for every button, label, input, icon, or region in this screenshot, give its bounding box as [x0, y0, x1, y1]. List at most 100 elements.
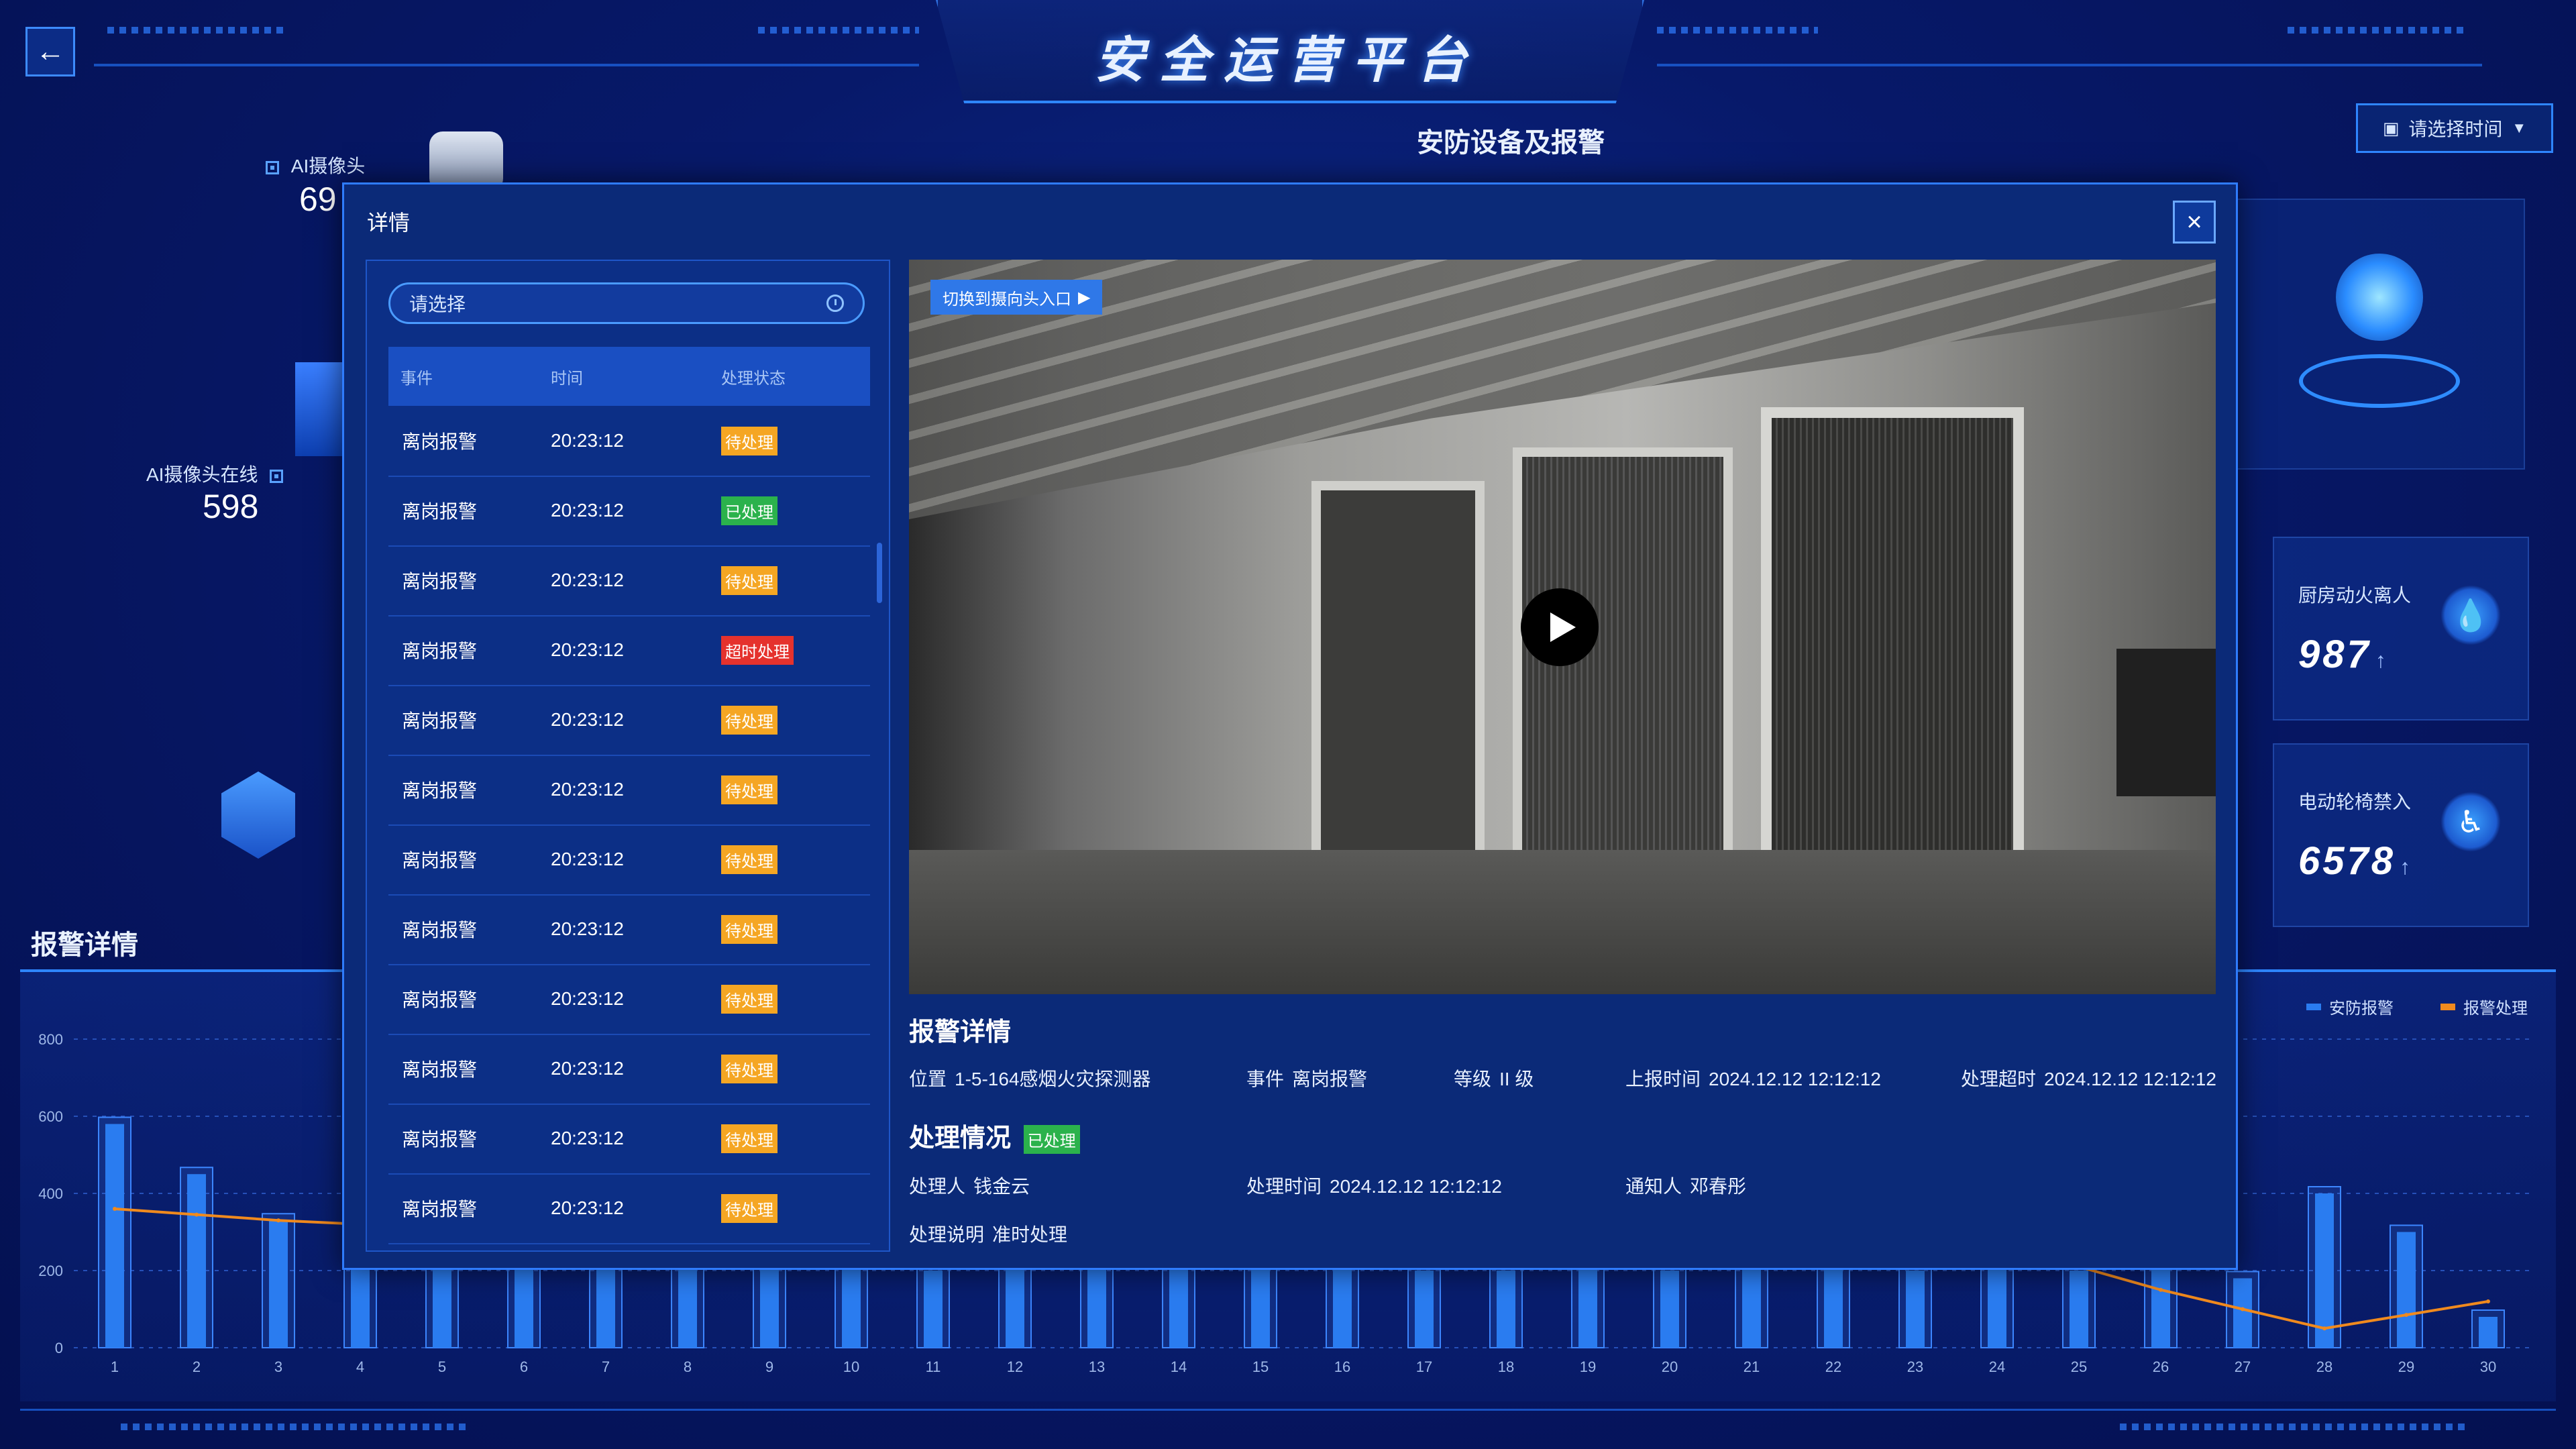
up-arrow-icon: ↑: [2375, 648, 2389, 672]
table-row[interactable]: 离岗报警 20:23:12 待处理: [388, 1104, 870, 1175]
line-point: [2159, 1287, 2163, 1292]
row-event: 离岗报警: [402, 780, 478, 801]
table-row[interactable]: 离岗报警 20:23:12 待处理: [388, 1034, 870, 1105]
notify-label: 通知人: [1625, 1176, 1682, 1197]
table-row[interactable]: 离岗报警 20:23:12 待处理: [388, 1173, 870, 1244]
bar: [1742, 1267, 1761, 1348]
wheelchair-value: 6578 ↑: [2298, 839, 2413, 883]
video-floor: [909, 850, 2216, 994]
handle-time-value: 2024.12.12 12:12:12: [1330, 1176, 1502, 1197]
row-event: 离岗报警: [402, 431, 478, 452]
row-time: 20:23:12: [551, 500, 624, 521]
y-tick-label: 200: [38, 1263, 63, 1279]
bar: [1660, 1271, 1679, 1348]
back-arrow-icon: ←: [36, 35, 65, 68]
bar: [2479, 1317, 2498, 1348]
time-picker-button[interactable]: ▣ 请选择时间 ▼: [2356, 103, 2553, 153]
wheelchair-card: 电动轮椅禁入 6578 ↑ ♿: [2273, 743, 2529, 927]
x-tick-label: 17: [1416, 1358, 1432, 1375]
handle-heading: 处理情况 已处理: [909, 1117, 1080, 1155]
status-badge: 待处理: [721, 775, 777, 804]
header-deco-dash: [758, 27, 919, 34]
table-row[interactable]: 离岗报警 20:23:12 待处理: [388, 685, 870, 756]
notify-value: 邓春彤: [1690, 1176, 1747, 1197]
row-status: 待处理: [721, 1193, 777, 1223]
location-value: 1-5-164感烟火灾探测器: [955, 1069, 1151, 1089]
ai-online-label: AI摄像头在线: [146, 464, 258, 485]
handle-time-label: 处理时间: [1246, 1176, 1322, 1197]
close-button[interactable]: ×: [2173, 201, 2216, 244]
line-point: [2486, 1299, 2490, 1303]
row-event: 离岗报警: [402, 501, 478, 522]
play-small-icon: ▶: [1078, 288, 1091, 307]
ai-camera-label-row: AI摄像头: [266, 152, 365, 178]
row-status: 待处理: [721, 426, 777, 455]
table-header: 事件 时间 处理状态: [388, 347, 870, 406]
row-time: 20:23:12: [551, 1058, 624, 1079]
kitchen-fire-value: 987 ↑: [2298, 632, 2389, 677]
header-event: 事件: [400, 369, 433, 388]
select-input[interactable]: 请选择: [388, 282, 865, 324]
handler-label: 处理人: [909, 1176, 966, 1197]
handle-status-badge: 已处理: [1023, 1125, 1080, 1155]
status-badge: 待处理: [721, 426, 777, 455]
scrollbar-thumb[interactable]: [877, 543, 882, 603]
table-row[interactable]: 离岗报警 20:23:12 超时处理: [388, 615, 870, 686]
select-placeholder: 请选择: [409, 294, 466, 315]
status-badge: 超时处理: [721, 635, 794, 665]
ai-camera-value: 69: [299, 180, 337, 218]
ai-online-value: 598: [203, 488, 259, 525]
x-tick-label: 6: [520, 1358, 528, 1375]
y-tick-label: 0: [55, 1340, 63, 1356]
x-tick-label: 3: [274, 1358, 282, 1375]
row-status: 待处理: [721, 1054, 777, 1083]
table-row[interactable]: 离岗报警 20:23:12 待处理: [388, 964, 870, 1035]
header-status: 处理状态: [721, 369, 786, 388]
device-illustration-panel: [2234, 199, 2525, 470]
bar: [2151, 1263, 2170, 1348]
footer-deco-dash: [121, 1424, 470, 1430]
table-row[interactable]: 离岗报警 20:23:12 待处理: [388, 824, 870, 896]
camera-video[interactable]: 切换到摄向头入口 ▶: [909, 260, 2216, 994]
y-tick-label: 400: [38, 1185, 63, 1202]
table-row[interactable]: 离岗报警 20:23:12 待处理: [388, 545, 870, 616]
row-status: 待处理: [721, 705, 777, 735]
x-tick-label: 8: [684, 1358, 692, 1375]
caret-down-icon: ▼: [2512, 119, 2527, 136]
x-tick-label: 22: [1825, 1358, 1841, 1375]
x-tick-label: 13: [1089, 1358, 1105, 1375]
status-badge: 待处理: [721, 1124, 777, 1153]
row-time: 20:23:12: [551, 570, 624, 590]
detail-event: 事件 离岗报警: [1246, 1065, 1367, 1091]
table-row[interactable]: 离岗报警 20:23:12 待处理: [388, 406, 870, 477]
x-tick-label: 20: [1662, 1358, 1678, 1375]
row-time: 20:23:12: [551, 709, 624, 730]
bar: [1415, 1271, 1434, 1348]
bar: [2233, 1278, 2252, 1348]
row-status: 待处理: [721, 914, 777, 944]
top-header: 安全运营平台: [0, 0, 2576, 103]
bar: [1251, 1263, 1270, 1348]
header-deco-line-left: [94, 64, 919, 66]
back-button[interactable]: ←: [25, 27, 75, 76]
row-status: 待处理: [721, 845, 777, 874]
x-tick-label: 29: [2398, 1358, 2414, 1375]
play-button[interactable]: [1521, 588, 1599, 666]
switch-camera-button[interactable]: 切换到摄向头入口 ▶: [930, 280, 1103, 315]
table-row[interactable]: 离岗报警 20:23:12 已处理: [388, 476, 870, 547]
wheelchair-icon: ♿: [2440, 792, 2501, 852]
table-row[interactable]: 离岗报警 20:23:12 待处理: [388, 755, 870, 826]
table-row[interactable]: 离岗报警 20:23:12 待处理: [388, 894, 870, 965]
header-deco-dash: [2288, 27, 2469, 34]
footer-deco-line: [20, 1409, 2556, 1411]
row-status: 待处理: [721, 1124, 777, 1153]
alarm-section-title: 报警详情: [31, 930, 138, 960]
clock-icon[interactable]: [826, 294, 844, 312]
bar: [187, 1174, 206, 1348]
bar: [924, 1271, 943, 1348]
time-picker-label: 请选择时间: [2408, 119, 2503, 140]
status-badge: 待处理: [721, 705, 777, 735]
x-tick-label: 12: [1007, 1358, 1023, 1375]
event-list-panel: 请选择 事件 时间 处理状态 离岗报警 20:23:12 待处理 离岗报警 20:23:…: [366, 260, 890, 1252]
row-event: 离岗报警: [402, 850, 478, 871]
